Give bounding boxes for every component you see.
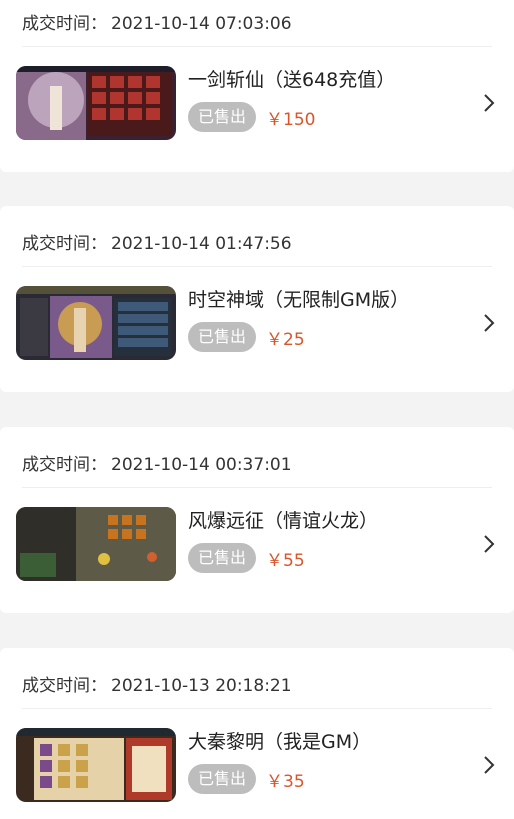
item-info: 风爆远征（情谊火龙） 已售出 ￥55 [188, 507, 474, 573]
divider [22, 266, 492, 267]
sold-badge: 已售出 [188, 322, 257, 352]
price: ￥150 [266, 109, 316, 130]
divider [22, 708, 492, 709]
transaction-card[interactable]: 成交时间： 2021-10-14 00:37:01 风爆远征（情谊火龙） 已售出 … [0, 427, 514, 613]
chevron-right-icon[interactable] [482, 313, 496, 333]
meta-row: 已售出 ￥150 [188, 102, 474, 132]
sold-badge: 已售出 [188, 543, 257, 573]
trade-time-row: 成交时间： 2021-10-14 01:47:56 [22, 228, 292, 260]
divider [22, 487, 492, 488]
game-name: 大秦黎明（我是GM） [188, 731, 372, 753]
game-name: 时空神域（无限制GM版） [188, 289, 410, 311]
trade-time-label: 成交时间： [22, 455, 107, 475]
trade-time-row: 成交时间： 2021-10-13 20:18:21 [22, 670, 292, 702]
transaction-list: 成交时间： 2021-10-14 07:03:06 一剑斩仙（送648充值） 已… [0, 0, 514, 819]
game-screenshot-icon[interactable] [16, 728, 176, 802]
game-screenshot-icon[interactable] [16, 507, 176, 581]
game-name: 一剑斩仙（送648充值） [188, 69, 396, 91]
transaction-card[interactable]: 成交时间： 2021-10-14 07:03:06 一剑斩仙（送648充值） 已… [0, 0, 514, 172]
game-name: 风爆远征（情谊火龙） [188, 510, 379, 532]
divider [22, 46, 492, 47]
trade-time-label: 成交时间： [22, 14, 107, 34]
sold-badge: 已售出 [188, 102, 257, 132]
price: ￥55 [266, 550, 305, 571]
game-screenshot-icon[interactable] [16, 286, 176, 360]
transaction-card[interactable]: 成交时间： 2021-10-13 20:18:21 大秦黎明（我是GM） 已售出 … [0, 648, 514, 819]
chevron-right-icon[interactable] [482, 93, 496, 113]
trade-time-value: 2021-10-14 07:03:06 [111, 14, 292, 34]
item-info: 大秦黎明（我是GM） 已售出 ￥35 [188, 728, 474, 794]
sold-badge: 已售出 [188, 764, 257, 794]
trade-time-row: 成交时间： 2021-10-14 00:37:01 [22, 449, 292, 481]
trade-time-label: 成交时间： [22, 234, 107, 254]
item-info: 一剑斩仙（送648充值） 已售出 ￥150 [188, 66, 474, 132]
trade-time-value: 2021-10-13 20:18:21 [111, 676, 292, 696]
trade-time-value: 2021-10-14 01:47:56 [111, 234, 292, 254]
item-info: 时空神域（无限制GM版） 已售出 ￥25 [188, 286, 474, 352]
trade-time-label: 成交时间： [22, 676, 107, 696]
chevron-right-icon[interactable] [482, 755, 496, 775]
game-screenshot-icon[interactable] [16, 66, 176, 140]
price: ￥35 [266, 771, 305, 792]
meta-row: 已售出 ￥25 [188, 322, 474, 352]
meta-row: 已售出 ￥55 [188, 543, 474, 573]
chevron-right-icon[interactable] [482, 534, 496, 554]
trade-time-row: 成交时间： 2021-10-14 07:03:06 [22, 8, 292, 40]
transaction-card[interactable]: 成交时间： 2021-10-14 01:47:56 时空神域（无限制GM版） 已售… [0, 206, 514, 392]
meta-row: 已售出 ￥35 [188, 764, 474, 794]
trade-time-value: 2021-10-14 00:37:01 [111, 455, 292, 475]
price: ￥25 [266, 329, 305, 350]
